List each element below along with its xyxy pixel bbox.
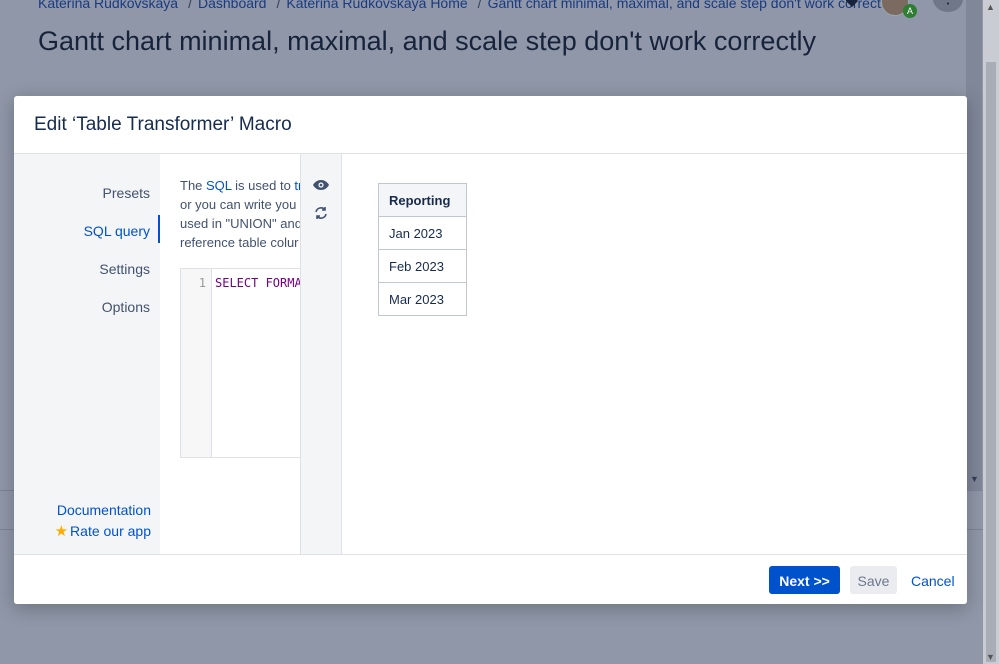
sql-description: The SQL is used to tr or you can write y… bbox=[180, 176, 300, 252]
table-cell: Feb 2023 bbox=[378, 249, 467, 283]
sql-editor[interactable]: 1 SELECT FORMA bbox=[180, 268, 300, 458]
column-header-reporting[interactable]: Reporting bbox=[378, 183, 467, 217]
nav-settings[interactable]: Settings bbox=[99, 261, 150, 277]
sidebar-links: Documentation ★ Rate our app bbox=[55, 502, 151, 540]
dialog-header: Edit ‘Table Transformer’ Macro bbox=[14, 96, 967, 154]
table-row: Jan 2023 bbox=[378, 216, 467, 250]
scroll-up-arrow-icon[interactable]: ▲ bbox=[986, 2, 995, 12]
save-button[interactable]: Save bbox=[850, 566, 897, 594]
editor-gutter: 1 bbox=[181, 269, 212, 457]
tag-icon[interactable] bbox=[845, 0, 859, 11]
sql-query-panel: The SQL is used to tr or you can write y… bbox=[160, 154, 300, 554]
nav-options[interactable]: Options bbox=[102, 299, 150, 315]
window-scrollbar[interactable]: ▲ ▼ bbox=[983, 0, 999, 664]
rate-app-row: ★ Rate our app bbox=[55, 522, 151, 540]
nav-sql-query[interactable]: SQL query bbox=[84, 223, 150, 239]
breadcrumb-item-home[interactable]: Katerina Rudkovskaya Home bbox=[286, 0, 467, 11]
rate-app-link[interactable]: Rate our app bbox=[70, 523, 151, 539]
next-button[interactable]: Next >> bbox=[769, 566, 840, 594]
breadcrumb: Katerina Rudkovskaya / Dashboard / Katerina … bbox=[38, 0, 895, 11]
editor-toolbar bbox=[300, 154, 342, 554]
table-cell: Jan 2023 bbox=[378, 216, 467, 250]
preview-panel: Reporting Jan 2023 Feb 2023 Mar 2023 bbox=[341, 154, 967, 554]
table-row: Feb 2023 bbox=[378, 249, 467, 283]
more-actions-button[interactable]: ⋮ bbox=[933, 0, 963, 12]
table-cell: Mar 2023 bbox=[378, 282, 467, 316]
breadcrumb-item-dashboard[interactable]: Dashboard bbox=[198, 0, 267, 11]
dialog-title: Edit ‘Table Transformer’ Macro bbox=[34, 114, 292, 135]
page-title: Gantt chart minimal, maximal, and scale … bbox=[38, 26, 816, 56]
eye-icon[interactable] bbox=[312, 176, 330, 194]
refresh-icon[interactable] bbox=[312, 204, 330, 222]
avatar-badge: A bbox=[903, 4, 917, 18]
breadcrumb-item-user[interactable]: Katerina Rudkovskaya bbox=[38, 0, 178, 11]
scrollbar-thumb[interactable] bbox=[986, 62, 996, 662]
line-number: 1 bbox=[198, 276, 206, 290]
scroll-down-arrow-icon[interactable]: ▼ bbox=[970, 474, 979, 484]
table-row: Mar 2023 bbox=[378, 282, 467, 316]
dialog-footer: Next >> Save Cancel bbox=[14, 554, 967, 604]
inner-scrollbar[interactable]: ▼ bbox=[966, 0, 982, 490]
sql-link[interactable]: SQL bbox=[206, 178, 232, 193]
breadcrumb-item-page[interactable]: Gantt chart minimal, maximal, and scale … bbox=[488, 0, 891, 11]
scroll-down-arrow-icon[interactable]: ▼ bbox=[986, 652, 995, 662]
macro-dialog: Edit ‘Table Transformer’ Macro Presets S… bbox=[14, 96, 967, 604]
nav-presets[interactable]: Presets bbox=[103, 185, 150, 201]
preview-table: Reporting Jan 2023 Feb 2023 Mar 2023 bbox=[378, 183, 467, 316]
star-icon: ★ bbox=[54, 523, 69, 540]
documentation-link[interactable]: Documentation bbox=[55, 502, 151, 518]
sql-code[interactable]: SELECT FORMA bbox=[215, 276, 300, 290]
cancel-button[interactable]: Cancel bbox=[905, 566, 955, 594]
dialog-sidebar: Presets SQL query Settings Options Docum… bbox=[14, 154, 160, 554]
